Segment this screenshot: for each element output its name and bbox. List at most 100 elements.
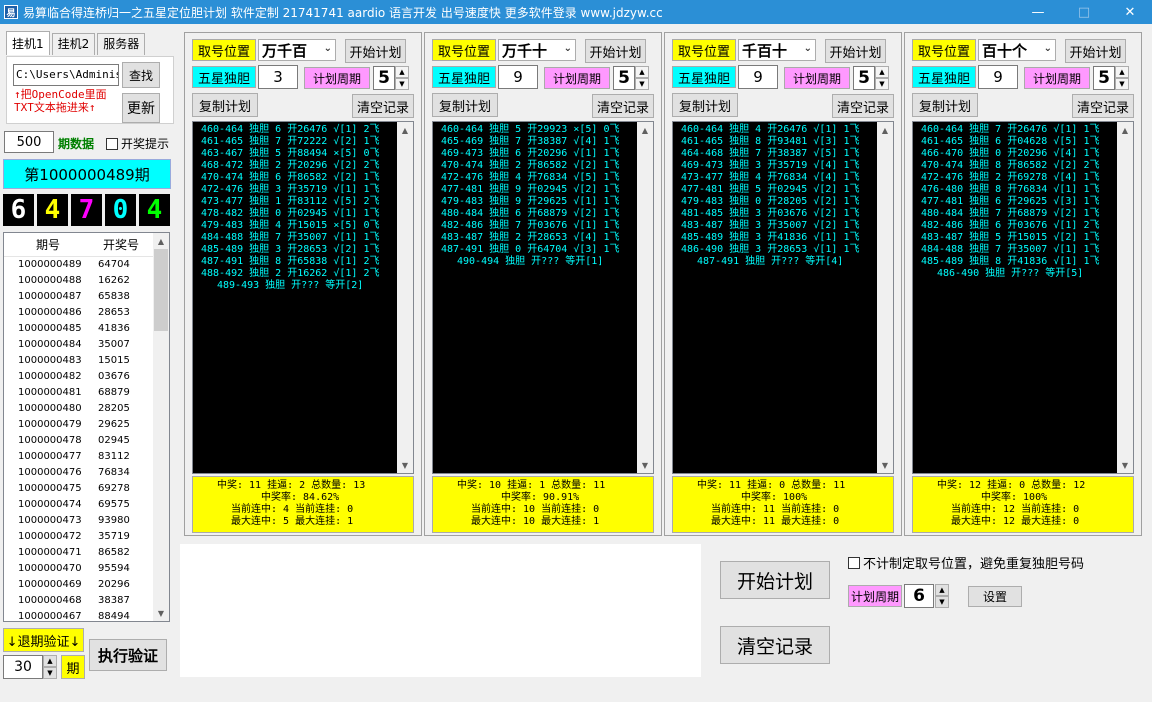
maximize-button[interactable]: □ xyxy=(1061,0,1107,24)
table-row[interactable]: 1000000487 65838 xyxy=(4,289,169,305)
spin-up-icon[interactable]: ▲ xyxy=(875,66,889,78)
start-plan-button[interactable]: 开始计划 xyxy=(825,39,886,63)
clear-records-button[interactable]: 清空记录 xyxy=(592,94,654,118)
scroll-thumb[interactable] xyxy=(154,249,168,331)
copy-plan-button[interactable]: 复制计划 xyxy=(192,93,258,117)
plan-log[interactable]: 460-464 独胆 4 开26476 √[1] 1飞 461-465 独胆 8 … xyxy=(672,121,894,474)
nofix-checkbox[interactable]: 不计制定取号位置，避免重复独胆号码 xyxy=(848,553,1084,572)
cycle-input[interactable]: 5 xyxy=(1093,66,1115,90)
copy-plan-button[interactable]: 复制计划 xyxy=(672,93,738,117)
tab-guaji2[interactable]: 挂机2 xyxy=(51,33,96,55)
table-row[interactable]: 1000000474 69575 xyxy=(4,497,169,513)
log-scrollbar[interactable]: ▲ ▼ xyxy=(877,122,893,473)
table-row[interactable]: 1000000488 16262 xyxy=(4,273,169,289)
table-row[interactable]: 1000000485 41836 xyxy=(4,321,169,337)
single-value-input[interactable]: 9 xyxy=(498,65,538,89)
spin-up-icon[interactable]: ▲ xyxy=(395,66,409,78)
spin-down-icon[interactable]: ▼ xyxy=(935,596,949,608)
start-plan-button[interactable]: 开始计划 xyxy=(720,561,830,599)
plan-log[interactable]: 460-464 独胆 6 开26476 √[1] 2飞 461-465 独胆 7 … xyxy=(192,121,414,474)
plan-log[interactable]: 460-464 独胆 7 开26476 √[1] 1飞 461-465 独胆 6 … xyxy=(912,121,1134,474)
pos-select[interactable]: 百十个 ⌄ xyxy=(978,39,1056,61)
start-plan-button[interactable]: 开始计划 xyxy=(585,39,646,63)
table-row[interactable]: 1000000469 20296 xyxy=(4,577,169,593)
spin-up-icon[interactable]: ▲ xyxy=(1115,66,1129,78)
table-row[interactable]: 1000000475 69278 xyxy=(4,481,169,497)
output-area[interactable] xyxy=(180,544,701,677)
scroll-up-icon[interactable]: ▲ xyxy=(397,122,413,138)
table-row[interactable]: 1000000481 68879 xyxy=(4,385,169,401)
spin-up-icon[interactable]: ▲ xyxy=(935,584,949,596)
log-scrollbar[interactable]: ▲ ▼ xyxy=(397,122,413,473)
table-row[interactable]: 1000000482 03676 xyxy=(4,369,169,385)
spin-up-icon[interactable]: ▲ xyxy=(635,66,649,78)
scroll-down-icon[interactable]: ▼ xyxy=(877,457,893,473)
minimize-button[interactable]: — xyxy=(1015,0,1061,24)
spin-down-icon[interactable]: ▼ xyxy=(635,78,649,90)
table-row[interactable]: 1000000478 02945 xyxy=(4,433,169,449)
prize-alert-checkbox[interactable]: 开奖提示 xyxy=(106,135,169,152)
spin-down-icon[interactable]: ▼ xyxy=(1115,78,1129,90)
cycle-input[interactable]: 5 xyxy=(853,66,875,90)
plan-log[interactable]: 460-464 独胆 5 开29923 ×[5] 0飞 465-469 独胆 7 … xyxy=(432,121,654,474)
spin-up-icon[interactable]: ▲ xyxy=(43,655,57,667)
clear-records-button[interactable]: 清空记录 xyxy=(720,626,830,664)
spin-down-icon[interactable]: ▼ xyxy=(395,78,409,90)
back-periods-input[interactable]: 30 xyxy=(3,655,43,679)
execute-verify-button[interactable]: 执行验证 xyxy=(89,639,167,671)
clear-records-button[interactable]: 清空记录 xyxy=(352,94,414,118)
spin-down-icon[interactable]: ▼ xyxy=(875,78,889,90)
scroll-down-icon[interactable]: ▼ xyxy=(397,457,413,473)
table-row[interactable]: 1000000486 28653 xyxy=(4,305,169,321)
data-count-input[interactable]: 500 xyxy=(4,131,54,153)
path-input[interactable]: C:\Users\Administ xyxy=(13,64,119,86)
log-scrollbar[interactable]: ▲ ▼ xyxy=(637,122,653,473)
table-row[interactable]: 1000000480 28205 xyxy=(4,401,169,417)
table-row[interactable]: 1000000472 35719 xyxy=(4,529,169,545)
table-row[interactable]: 1000000473 93980 xyxy=(4,513,169,529)
copy-plan-button[interactable]: 复制计划 xyxy=(912,93,978,117)
copy-plan-button[interactable]: 复制计划 xyxy=(432,93,498,117)
pos-select[interactable]: 千百十 ⌄ xyxy=(738,39,816,61)
start-plan-button[interactable]: 开始计划 xyxy=(345,39,406,63)
clear-records-button[interactable]: 清空记录 xyxy=(832,94,894,118)
single-value-input[interactable]: 9 xyxy=(738,65,778,89)
start-plan-button[interactable]: 开始计划 xyxy=(1065,39,1126,63)
table-scrollbar[interactable]: ▲ ▼ xyxy=(153,233,169,621)
scroll-up-icon[interactable]: ▲ xyxy=(637,122,653,138)
search-button[interactable]: 查找 xyxy=(122,62,160,88)
table-row[interactable]: 1000000476 76834 xyxy=(4,465,169,481)
clear-records-button[interactable]: 清空记录 xyxy=(1072,94,1134,118)
update-button[interactable]: 更新 xyxy=(122,93,160,123)
scroll-up-icon[interactable]: ▲ xyxy=(877,122,893,138)
cycle-input[interactable]: 5 xyxy=(373,66,395,90)
single-value-input[interactable]: 9 xyxy=(978,65,1018,89)
scroll-down-icon[interactable]: ▼ xyxy=(153,605,169,621)
close-button[interactable]: ✕ xyxy=(1107,0,1152,24)
settings-button[interactable]: 设置 xyxy=(968,586,1022,607)
table-row[interactable]: 1000000471 86582 xyxy=(4,545,169,561)
scroll-down-icon[interactable]: ▼ xyxy=(1117,457,1133,473)
table-row[interactable]: 1000000470 95594 xyxy=(4,561,169,577)
scroll-down-icon[interactable]: ▼ xyxy=(637,457,653,473)
table-row[interactable]: 1000000484 35007 xyxy=(4,337,169,353)
cycle-input[interactable]: 5 xyxy=(613,66,635,90)
table-row[interactable]: 1000000479 29625 xyxy=(4,417,169,433)
table-row[interactable]: 1000000467 88494 xyxy=(4,609,169,621)
pos-select[interactable]: 万千十 ⌄ xyxy=(498,39,576,61)
pos-select[interactable]: 万千百 ⌄ xyxy=(258,39,336,61)
log-scrollbar[interactable]: ▲ ▼ xyxy=(1117,122,1133,473)
scroll-up-icon[interactable]: ▲ xyxy=(1117,122,1133,138)
table-row[interactable]: 1000000477 83112 xyxy=(4,449,169,465)
tab-guaji1[interactable]: 挂机1 xyxy=(6,31,50,55)
table-row[interactable]: 1000000483 15015 xyxy=(4,353,169,369)
table-row[interactable]: 1000000468 38387 xyxy=(4,593,169,609)
spin-down-icon[interactable]: ▼ xyxy=(43,667,57,679)
single-value-input[interactable]: 3 xyxy=(258,65,298,89)
tab-server[interactable]: 服务器 xyxy=(97,33,146,55)
scroll-up-icon[interactable]: ▲ xyxy=(153,233,169,249)
table-row[interactable]: 1000000489 64704 xyxy=(4,257,169,273)
draw-history-table[interactable]: 期号 开奖号 1000000489 64704 1000000488 16262 100… xyxy=(3,232,170,622)
cycle-input[interactable]: 6 xyxy=(904,584,934,608)
back-verify-button[interactable]: ↓退期验证↓ xyxy=(3,628,84,652)
